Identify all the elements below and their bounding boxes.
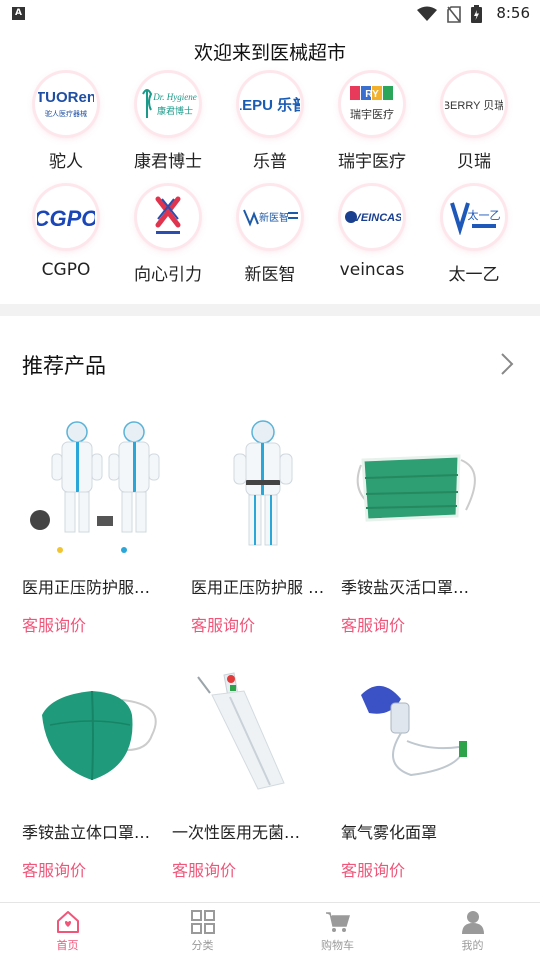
- brand-item-berry[interactable]: BERRY 贝瑞 贝瑞: [423, 73, 525, 172]
- bottom-tab-bar: 首页 分类 购物车 我的: [0, 902, 540, 960]
- product-name: 氧气雾化面罩: [341, 823, 438, 842]
- brand-item-taiyiyi[interactable]: 太一乙 太一乙: [423, 186, 525, 285]
- brand-item-cgpo[interactable]: CGPO CGPO: [15, 186, 117, 285]
- product-card[interactable]: 一次性医用无菌… 客服询价: [172, 655, 330, 881]
- section-title: 推荐产品: [22, 354, 106, 378]
- brand-name: CGPO: [41, 260, 91, 280]
- brand-name: 新医智: [244, 265, 296, 285]
- svg-text:TUORen: TUORen: [38, 89, 94, 106]
- product-price: 客服询价: [172, 861, 237, 880]
- brand-name: 康君博士: [134, 152, 202, 172]
- lepu-logo: LEPU 乐普: [239, 73, 301, 135]
- home-icon: [56, 911, 79, 933]
- brand-item-ruiyu[interactable]: RY 瑞宇医疗 瑞宇医疗: [321, 73, 423, 172]
- svg-text:康君博士: 康君博士: [157, 105, 193, 117]
- tab-cart[interactable]: 购物车: [270, 903, 405, 960]
- section-divider: [0, 304, 540, 316]
- svg-text:VEINCAS: VEINCAS: [354, 212, 401, 224]
- brand-item-xinyizhi[interactable]: 新医智 新医智: [219, 186, 321, 285]
- positive-pressure-suit-single-image: [191, 410, 341, 560]
- brand-name: 瑞宇医疗: [338, 152, 406, 172]
- tuoren-logo: TUORen 驼人医疗器械: [35, 73, 97, 135]
- product-name: 季铵盐立体口罩…: [22, 823, 151, 842]
- svg-text:BERRY 贝瑞: BERRY 贝瑞: [445, 98, 503, 112]
- product-card[interactable]: 氧气雾化面罩 客服询价: [341, 655, 499, 881]
- wifi-icon: [417, 6, 437, 21]
- brand-name: veincas: [339, 260, 405, 280]
- svg-text:RY: RY: [365, 89, 379, 100]
- xiangxin-logo: [137, 186, 199, 248]
- product-price: 客服询价: [22, 861, 87, 880]
- product-price: 客服询价: [191, 616, 256, 635]
- green-3d-mask-image: [22, 655, 172, 805]
- xinyizhi-logo: 新医智: [239, 186, 301, 248]
- brand-name: 乐普: [253, 152, 287, 172]
- svg-text:Dr. Hygiene: Dr. Hygiene: [152, 92, 197, 102]
- page-title: 欢迎来到医械超市: [193, 42, 346, 64]
- no-sim-icon: [447, 5, 461, 23]
- brand-name: 太一乙: [448, 265, 500, 285]
- svg-text:LEPU 乐普: LEPU 乐普: [240, 96, 300, 114]
- tab-label: 分类: [191, 939, 214, 952]
- user-icon: [461, 911, 484, 934]
- product-card[interactable]: 季铵盐立体口罩… 客服询价: [22, 655, 180, 881]
- product-card[interactable]: 医用正压防护服 … 客服询价: [191, 410, 349, 636]
- brand-item-veincas[interactable]: VEINCAS veincas: [321, 186, 423, 285]
- chevron-right-icon[interactable]: [500, 352, 514, 380]
- sterile-catheter-image: [172, 655, 322, 805]
- positive-pressure-suit-pair-image: [22, 410, 172, 560]
- product-name: 季铵盐灭活口罩…: [341, 578, 470, 597]
- tab-label: 购物车: [321, 939, 354, 952]
- dr-hygiene-logo: Dr. Hygiene 康君博士: [137, 73, 199, 135]
- tab-label: 首页: [56, 939, 79, 952]
- svg-text:瑞宇医疗: 瑞宇医疗: [350, 107, 394, 121]
- brand-item-dr-hygiene[interactable]: Dr. Hygiene 康君博士 康君博士: [117, 73, 219, 172]
- green-flat-mask-image: [341, 410, 491, 560]
- product-name: 医用正压防护服 …: [191, 578, 325, 597]
- grid-icon: [190, 910, 215, 934]
- app-indicator-icon: A: [12, 7, 25, 20]
- brand-item-lepu[interactable]: LEPU 乐普 乐普: [219, 73, 321, 172]
- product-price: 客服询价: [341, 861, 406, 880]
- brand-item-xiangxin[interactable]: 向心引力: [117, 186, 219, 285]
- svg-text:驼人医疗器械: 驼人医疗器械: [45, 109, 87, 118]
- cart-icon: [325, 912, 350, 932]
- product-name: 医用正压防护服…: [22, 578, 151, 597]
- oxygen-nebulizer-mask-image: [341, 655, 491, 805]
- status-bar: A 8:56: [0, 0, 540, 28]
- battery-icon: [471, 5, 482, 23]
- tab-label: 我的: [461, 939, 484, 952]
- berry-logo: BERRY 贝瑞: [443, 73, 505, 135]
- ruiyu-logo: RY 瑞宇医疗: [341, 73, 403, 135]
- clock: 8:56: [496, 4, 530, 22]
- brand-item-tuoren[interactable]: TUORen 驼人医疗器械 驼人: [15, 73, 117, 172]
- veincas-logo: VEINCAS: [341, 186, 403, 248]
- tab-mine[interactable]: 我的: [405, 903, 540, 960]
- brand-row-1: TUORen 驼人医疗器械 驼人 Dr. Hygiene 康君博士 康君博士 L…: [15, 73, 525, 172]
- tab-category[interactable]: 分类: [135, 903, 270, 960]
- product-price: 客服询价: [341, 616, 406, 635]
- product-price: 客服询价: [22, 616, 87, 635]
- brand-name: 贝瑞: [457, 152, 491, 172]
- product-card[interactable]: 季铵盐灭活口罩… 客服询价: [341, 410, 499, 636]
- svg-text:CGPO: CGPO: [37, 206, 95, 231]
- product-card[interactable]: 医用正压防护服… 客服询价: [22, 410, 180, 636]
- svg-text:太一乙: 太一乙: [468, 209, 501, 222]
- taiyiyi-logo: 太一乙: [443, 186, 505, 248]
- brand-name: 驼人: [49, 152, 83, 172]
- brand-row-2: CGPO CGPO 向心引力 新医智 新医智 VEINC: [15, 186, 525, 285]
- product-name: 一次性医用无菌…: [172, 823, 301, 842]
- tab-home[interactable]: 首页: [0, 903, 135, 960]
- brand-name: 向心引力: [134, 265, 202, 285]
- cgpo-logo: CGPO: [35, 186, 97, 248]
- svg-text:新医智: 新医智: [259, 211, 289, 224]
